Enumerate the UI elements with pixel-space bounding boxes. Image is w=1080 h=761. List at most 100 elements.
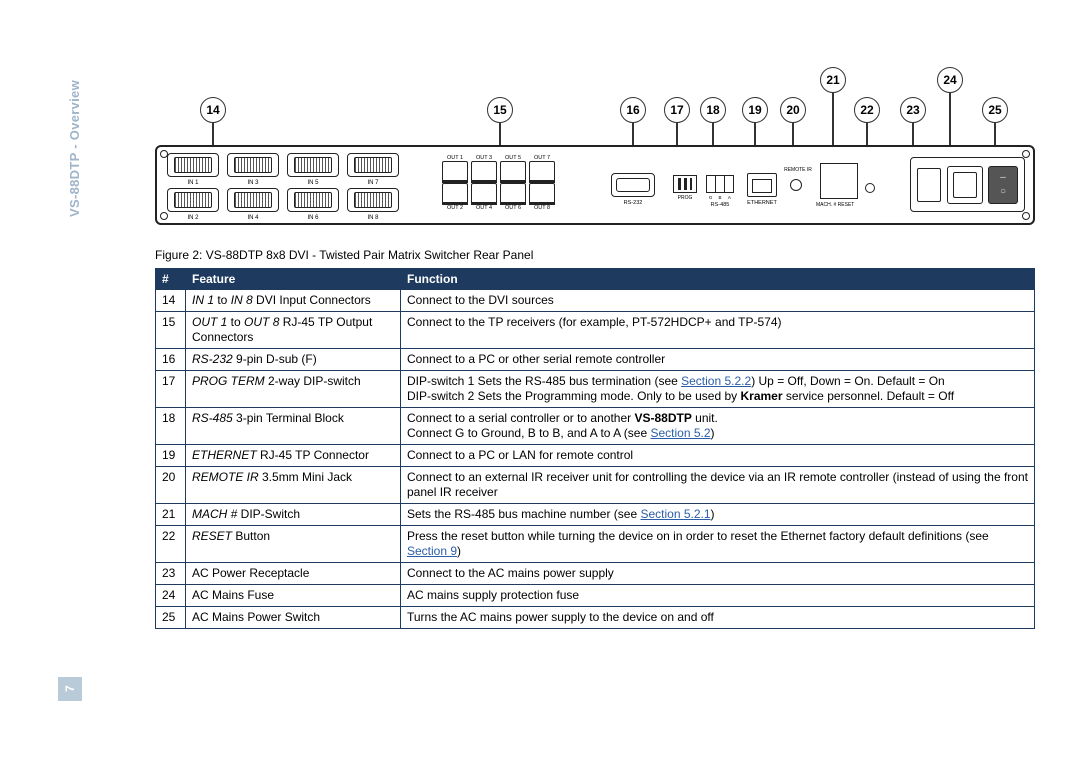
table-row: 20REMOTE IR 3.5mm Mini JackConnect to an… [156, 467, 1035, 504]
cell-feature: ETHERNET RJ-45 TP Connector [186, 445, 401, 467]
callout-22: 22 [854, 97, 880, 123]
fuse-icon [917, 168, 941, 202]
dvi-port [287, 153, 339, 177]
cell-feature: AC Mains Fuse [186, 585, 401, 607]
rs232-port [611, 173, 655, 197]
callout-15: 15 [487, 97, 513, 123]
dvi-label: IN 8 [347, 215, 399, 221]
cell-function: Connect to a serial controller or to ano… [401, 408, 1035, 445]
dvi-port [227, 188, 279, 212]
cell-num: 18 [156, 408, 186, 445]
cell-feature: RESET Button [186, 526, 401, 563]
dvi-label: IN 2 [167, 215, 219, 221]
cell-function: AC mains supply protection fuse [401, 585, 1035, 607]
callout-23: 23 [900, 97, 926, 123]
rj45-port [471, 161, 497, 183]
callout-18: 18 [700, 97, 726, 123]
table-row: 14IN 1 to IN 8 DVI Input ConnectorsConne… [156, 290, 1035, 312]
page-number: 7 [58, 677, 82, 701]
table-row: 23AC Power ReceptacleConnect to the AC m… [156, 563, 1035, 585]
cell-feature: RS-485 3-pin Terminal Block [186, 408, 401, 445]
dvi-label: IN 5 [287, 180, 339, 186]
table-row: 24AC Mains FuseAC mains supply protectio… [156, 585, 1035, 607]
cell-feature: AC Power Receptacle [186, 563, 401, 585]
rj45-port [442, 183, 468, 205]
section-link[interactable]: Section 5.2.2 [681, 374, 751, 388]
dvi-label: IN 1 [167, 180, 219, 186]
prog-label: PROG [669, 195, 701, 201]
cell-num: 24 [156, 585, 186, 607]
dvi-label: IN 3 [227, 180, 279, 186]
table-row: 15OUT 1 to OUT 8 RJ-45 TP Output Connect… [156, 312, 1035, 349]
cell-feature: MACH # DIP-Switch [186, 504, 401, 526]
section-link[interactable]: Section 5.2 [651, 426, 711, 440]
reset-button-icon [865, 183, 875, 193]
table-row: 17PROG TERM 2-way DIP-switchDIP-switch 1… [156, 371, 1035, 408]
screw-icon [1022, 212, 1030, 220]
cell-function: Turns the AC mains power supply to the d… [401, 607, 1035, 629]
rj45-port [529, 161, 555, 183]
dvi-label: IN 4 [227, 215, 279, 221]
cell-feature: IN 1 to IN 8 DVI Input Connectors [186, 290, 401, 312]
cell-function: Press the reset button while turning the… [401, 526, 1035, 563]
rj45-port [529, 183, 555, 205]
sidebar-title: VS-88DTP - Overview [67, 80, 82, 217]
rj45-port [500, 183, 526, 205]
cell-feature: RS-232 9-pin D-sub (F) [186, 349, 401, 371]
callout-17: 17 [664, 97, 690, 123]
dvi-port [227, 153, 279, 177]
dvi-port [347, 188, 399, 212]
section-link[interactable]: Section 5.2.1 [640, 507, 710, 521]
power-switch-icon [988, 166, 1018, 204]
cell-num: 16 [156, 349, 186, 371]
callout-19: 19 [742, 97, 768, 123]
ethernet-port [747, 173, 777, 197]
callout-24: 24 [937, 67, 963, 93]
main-content: 141516171819202122232425 IN 1IN 3IN 5IN … [155, 70, 1035, 629]
callout-20: 20 [780, 97, 806, 123]
cell-function: Connect to a PC or LAN for remote contro… [401, 445, 1035, 467]
cell-num: 14 [156, 290, 186, 312]
rj45-output-group: OUT 1OUT 3OUT 5OUT 7OUT 2OUT 4OUT 6OUT 8 [442, 155, 555, 211]
cell-num: 15 [156, 312, 186, 349]
rj45-port [442, 161, 468, 183]
cell-function: Sets the RS-485 bus machine number (see … [401, 504, 1035, 526]
dvi-input-group: IN 1IN 3IN 5IN 7IN 2IN 4IN 6IN 8 [167, 153, 417, 223]
callout-25: 25 [982, 97, 1008, 123]
rear-panel-diagram: 141516171819202122232425 IN 1IN 3IN 5IN … [155, 70, 1035, 240]
cell-function: Connect to the TP receivers (for example… [401, 312, 1035, 349]
feature-table: # Feature Function 14IN 1 to IN 8 DVI In… [155, 268, 1035, 629]
col-feature: Feature [186, 269, 401, 290]
callout-bubbles: 141516171819202122232425 [155, 70, 1035, 140]
table-row: 16RS-232 9-pin D-sub (F)Connect to a PC … [156, 349, 1035, 371]
power-group [910, 157, 1025, 212]
cell-num: 20 [156, 467, 186, 504]
figure-caption: Figure 2: VS-88DTP 8x8 DVI - Twisted Pai… [155, 248, 1035, 262]
section-link[interactable]: Section 9 [407, 544, 457, 558]
dvi-label: IN 7 [347, 180, 399, 186]
rs232-label: RS-232 [611, 200, 655, 206]
callout-14: 14 [200, 97, 226, 123]
device-panel: IN 1IN 3IN 5IN 7IN 2IN 4IN 6IN 8 OUT 1OU… [155, 145, 1035, 225]
rj45-port [471, 183, 497, 205]
table-row: 21MACH # DIP-SwitchSets the RS-485 bus m… [156, 504, 1035, 526]
rj45-port [500, 161, 526, 183]
prog-dip-switch [673, 175, 697, 193]
dvi-port [347, 153, 399, 177]
rs485-terminal-block [706, 175, 734, 193]
mach-dip-switch [820, 163, 858, 199]
col-function: Function [401, 269, 1035, 290]
cell-function: Connect to the DVI sources [401, 290, 1035, 312]
remote-ir-label: REMOTE IR [780, 167, 816, 173]
cell-num: 23 [156, 563, 186, 585]
rs485-label: RS-485 [706, 202, 734, 208]
cell-feature: OUT 1 to OUT 8 RJ-45 TP Output Connector… [186, 312, 401, 349]
col-num: # [156, 269, 186, 290]
dvi-port [287, 188, 339, 212]
cell-feature: AC Mains Power Switch [186, 607, 401, 629]
table-row: 25AC Mains Power SwitchTurns the AC main… [156, 607, 1035, 629]
cell-num: 17 [156, 371, 186, 408]
dvi-port [167, 153, 219, 177]
callout-16: 16 [620, 97, 646, 123]
table-row: 18RS-485 3-pin Terminal BlockConnect to … [156, 408, 1035, 445]
